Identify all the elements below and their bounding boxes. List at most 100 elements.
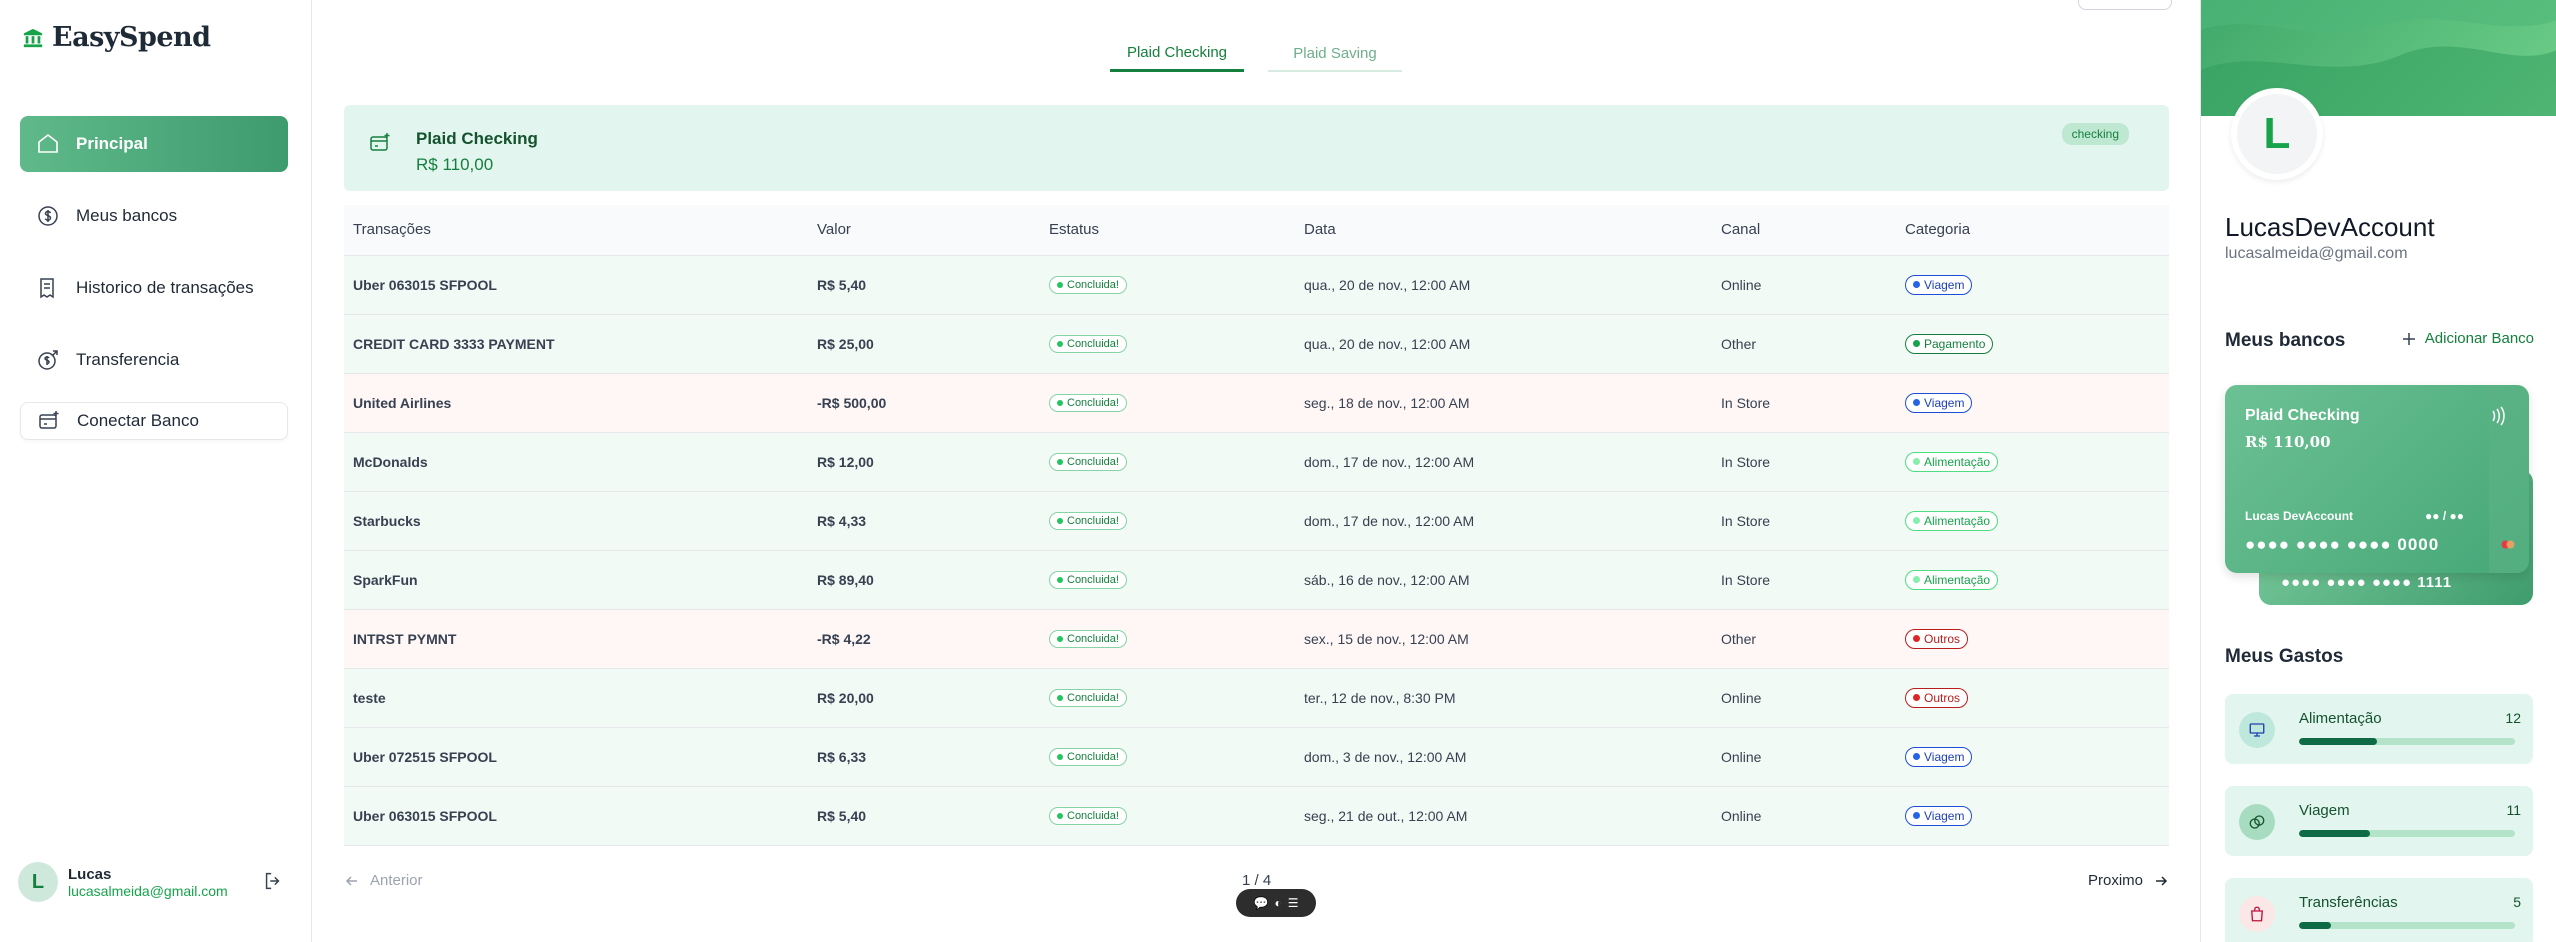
table-row[interactable]: Uber 063015 SFPOOL R$ 5,40 Concluida! qua.,…: [344, 255, 2169, 315]
transaction-channel: In Store: [1712, 550, 1896, 610]
transaction-name: McDonalds: [344, 432, 808, 492]
header-button[interactable]: [2078, 0, 2172, 10]
status-dot: [1057, 341, 1063, 347]
transaction-date: sex., 15 de nov., 12:00 AM: [1295, 609, 1712, 669]
table-row[interactable]: SparkFun R$ 89,40 Concluida! sáb., 16 de no…: [344, 550, 2169, 610]
chat-icon[interactable]: 💬: [1254, 896, 1269, 910]
status-cell: Concluida!: [1040, 727, 1295, 787]
transaction-date: dom., 17 de nov., 12:00 AM: [1295, 432, 1712, 492]
sidebar-item-transferencia[interactable]: Transferencia: [20, 332, 288, 388]
category-cell: Outros: [1896, 668, 2169, 728]
brand[interactable]: EasySpend: [22, 22, 211, 53]
arrow-right-icon: [2156, 875, 2168, 886]
status-badge: Concluida!: [1049, 689, 1127, 707]
transaction-date: dom., 3 de nov., 12:00 AM: [1295, 727, 1712, 787]
status-dot: [1057, 636, 1063, 642]
coins-icon: [2239, 804, 2275, 840]
account-name: Plaid Checking: [416, 129, 538, 148]
status-badge: Concluida!: [1049, 571, 1127, 589]
category-badge: Viagem: [1905, 274, 1973, 295]
status-badge: Concluida!: [1049, 276, 1127, 294]
user-email: lucasalmeida@gmail.com: [68, 882, 228, 899]
status-label: Concluida!: [1067, 574, 1119, 586]
transaction-date: ter., 12 de nov., 8:30 PM: [1295, 668, 1712, 728]
transaction-name: Starbucks: [344, 491, 808, 551]
status-label: Concluida!: [1067, 456, 1119, 468]
prev-page-button[interactable]: Anterior: [344, 872, 423, 889]
transaction-amount: R$ 5,40: [808, 255, 1040, 315]
bank-card-icon: [370, 133, 390, 151]
status-label: Concluida!: [1067, 633, 1119, 645]
status-badge: Concluida!: [1049, 807, 1127, 825]
category-label: Pagamento: [1924, 336, 1986, 351]
status-badge: Concluida!: [1049, 748, 1127, 766]
arrow-left-icon: [345, 875, 357, 886]
floating-toolbar[interactable]: 💬 ◐ ☰: [1236, 889, 1316, 917]
transaction-amount: -R$ 500,00: [808, 373, 1040, 433]
profile-avatar[interactable]: L: [2231, 88, 2323, 180]
card-holder: Lucas DevAccount: [2245, 509, 2354, 523]
sidebar-item-principal[interactable]: Principal: [20, 116, 288, 172]
category-label: Outros: [1924, 690, 1961, 705]
spending-item-transferencias[interactable]: Transferências 5: [2225, 878, 2533, 942]
connect-bank-button[interactable]: Conectar Banco: [20, 402, 288, 440]
transaction-name: teste: [344, 668, 808, 728]
category-dot: [1913, 576, 1920, 583]
tab-label: Plaid Checking: [1126, 44, 1228, 61]
table-row[interactable]: teste R$ 20,00 Concluida! ter., 12 de nov.,…: [344, 668, 2169, 728]
page-indicator: 1 / 4: [1242, 872, 1272, 889]
column-header: Valor: [808, 205, 1040, 256]
status-cell: Concluida!: [1040, 786, 1295, 846]
table-row[interactable]: McDonalds R$ 12,00 Concluida! dom., 17 de n…: [344, 432, 2169, 492]
status-cell: Concluida!: [1040, 668, 1295, 728]
table-row[interactable]: CREDIT CARD 3333 PAYMENT R$ 25,00 Concluid…: [344, 314, 2169, 374]
logout-icon[interactable]: [262, 870, 284, 892]
avatar[interactable]: L: [18, 862, 58, 902]
category-label: Outros: [1924, 631, 1961, 646]
monitor-icon: [2239, 712, 2275, 748]
toggle-icon[interactable]: ◐: [1274, 896, 1281, 910]
transaction-channel: In Store: [1712, 432, 1896, 492]
sidebar-item-historico[interactable]: Historico de transações: [20, 260, 288, 316]
main-content: Plaid Checking Plaid Saving Plaid Checki…: [312, 0, 2200, 942]
status-cell: Concluida!: [1040, 255, 1295, 315]
category-badge: Pagamento: [1905, 333, 1994, 354]
status-label: Concluida!: [1067, 397, 1119, 409]
category-dot: [1913, 517, 1920, 524]
next-page-button[interactable]: Proximo: [2088, 872, 2169, 889]
category-cell: Pagamento: [1896, 314, 2169, 374]
menu-icon[interactable]: ☰: [1288, 896, 1299, 910]
table-row[interactable]: Starbucks R$ 4,33 Concluida! dom., 17 de no…: [344, 491, 2169, 551]
dollar-circle-icon: [38, 206, 58, 226]
transaction-date: seg., 18 de nov., 12:00 AM: [1295, 373, 1712, 433]
transaction-name: Uber 072515 SFPOOL: [344, 727, 808, 787]
prev-label: Anterior: [370, 872, 423, 889]
sidebar-item-label: Transferencia: [76, 350, 180, 369]
spending-item-alimentacao[interactable]: Alimentação 12: [2225, 694, 2533, 764]
status-badge: Concluida!: [1049, 512, 1127, 530]
table-row[interactable]: Uber 063015 SFPOOL R$ 5,40 Concluida! seg.,…: [344, 786, 2169, 846]
category-dot: [1913, 694, 1920, 701]
tab-plaid-checking[interactable]: Plaid Checking: [1110, 36, 1244, 72]
add-bank-button[interactable]: Adicionar Banco: [2401, 330, 2534, 347]
shopping-bag-icon: [2239, 896, 2275, 932]
bank-card[interactable]: Plaid Checking R$ 110,00 Lucas DevAccoun…: [2225, 385, 2529, 573]
sidebar-item-label: Meus bancos: [76, 206, 178, 225]
table-row[interactable]: INTRST PYMNT -R$ 4,22 Concluida! sex., 15 d…: [344, 609, 2169, 669]
status-dot: [1057, 518, 1063, 524]
status-cell: Concluida!: [1040, 432, 1295, 492]
account-summary-card: Plaid Checking R$ 110,00 checking: [344, 105, 2169, 191]
progress-fill: [2299, 830, 2371, 837]
table-row[interactable]: United Airlines -R$ 500,00 Concluida! seg.,…: [344, 373, 2169, 433]
spending-progress: [2299, 830, 2515, 837]
column-header: Estatus: [1040, 205, 1295, 256]
card-bank-name: Plaid Checking: [2245, 407, 2360, 424]
status-dot: [1057, 577, 1063, 583]
table-row[interactable]: Uber 072515 SFPOOL R$ 6,33 Concluida! dom.,…: [344, 727, 2169, 787]
tab-plaid-saving[interactable]: Plaid Saving: [1268, 36, 1402, 72]
status-badge: Concluida!: [1049, 630, 1127, 648]
sidebar-item-meus-bancos[interactable]: Meus bancos: [20, 188, 288, 244]
sidebar-item-label: Historico de transações: [76, 278, 254, 297]
spending-item-viagem[interactable]: Viagem 11: [2225, 786, 2533, 856]
category-badge: Alimentação: [1905, 451, 1999, 472]
